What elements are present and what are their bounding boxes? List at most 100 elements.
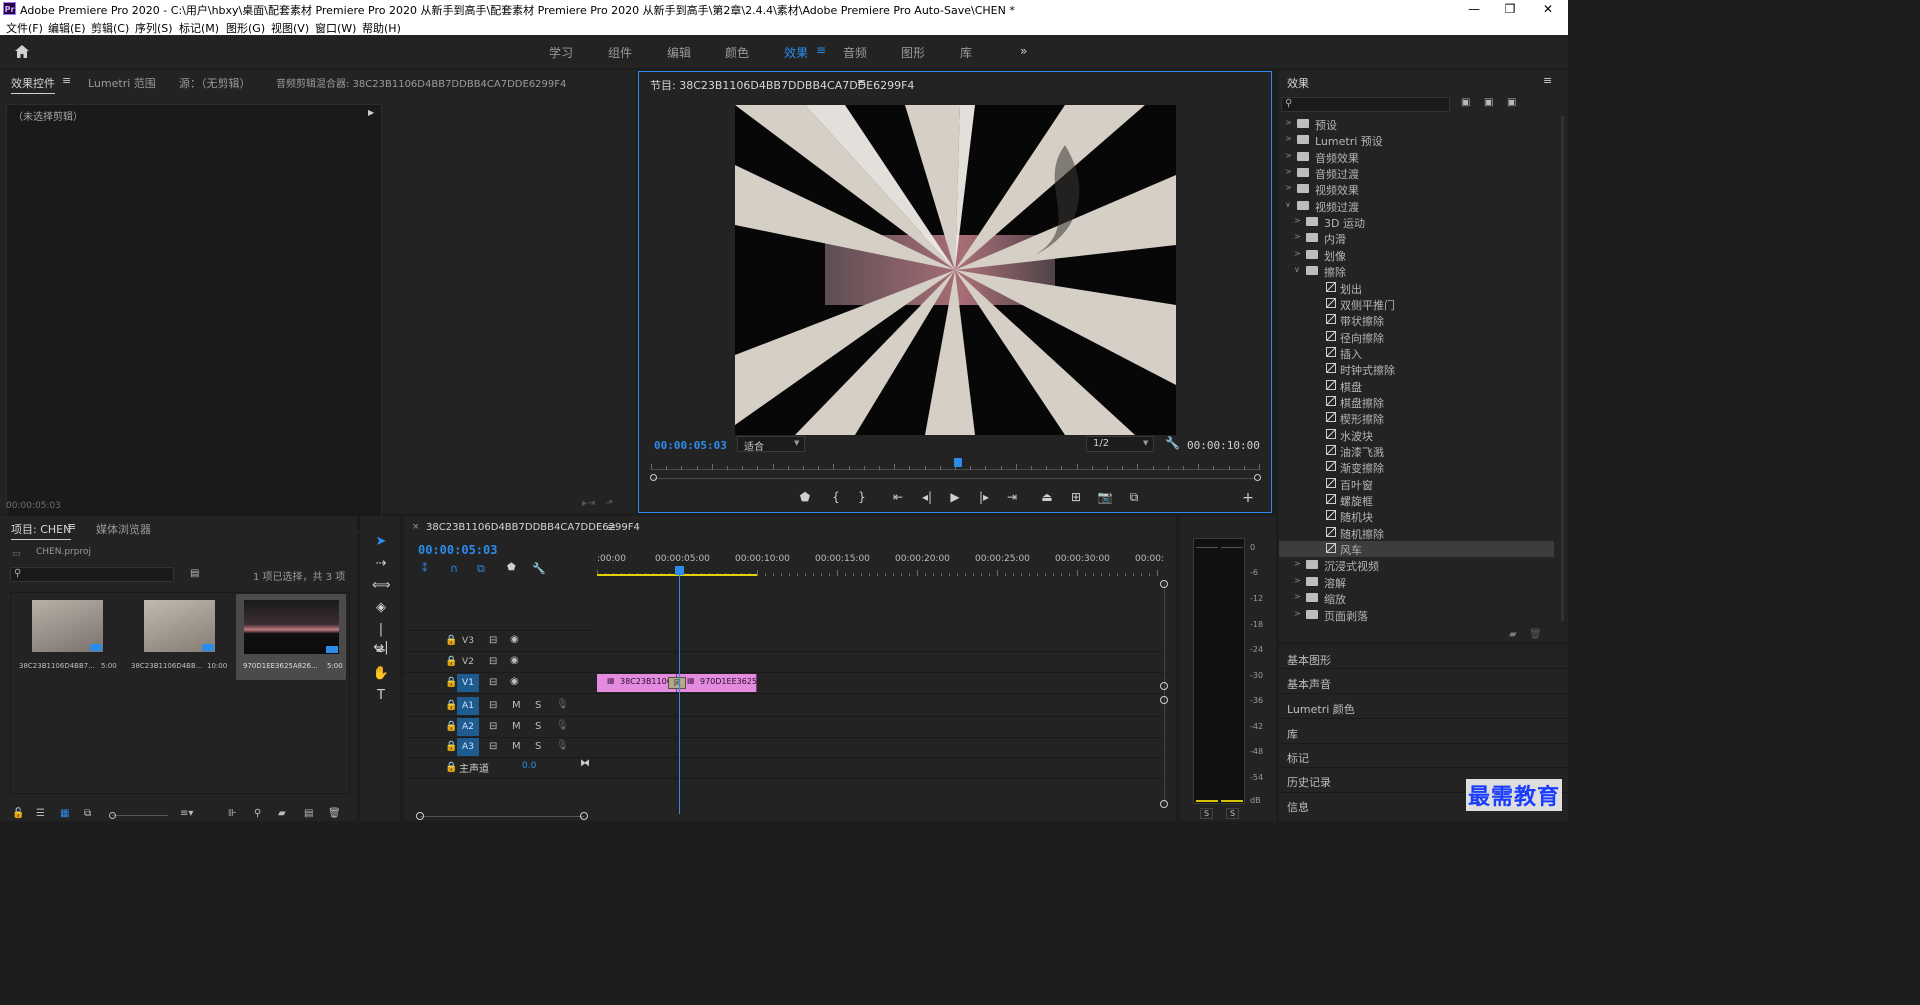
tab-audio-clip-mixer[interactable]: 音频剪辑混合器: 38C23B1106D4BB7DDBB4CA7DDE6299F… bbox=[276, 75, 566, 90]
new-bin-icon[interactable]: ▰ bbox=[1509, 629, 1517, 640]
new-item-icon[interactable]: ▤ bbox=[304, 808, 313, 819]
menu-sequence[interactable]: 序列(S) bbox=[135, 20, 173, 36]
section-lumetri-color[interactable]: Lumetri 颜色 bbox=[1287, 701, 1355, 717]
effects-item[interactable]: 水波块 bbox=[1279, 427, 1554, 443]
effects-item[interactable]: 带状擦除 bbox=[1279, 312, 1554, 328]
track-select-tool-icon[interactable]: ⇢ bbox=[372, 555, 390, 573]
section-history[interactable]: 历史记录 bbox=[1287, 774, 1331, 790]
zoom-scrollbar[interactable] bbox=[653, 478, 1255, 479]
menu-clip[interactable]: 剪辑(C) bbox=[91, 20, 129, 36]
export-icon[interactable]: ⬏ bbox=[605, 498, 613, 509]
lock-icon[interactable]: 🔒 bbox=[445, 700, 457, 711]
track-label-v3[interactable]: V3 bbox=[457, 632, 479, 650]
tab-project[interactable]: 项目: CHEN bbox=[11, 521, 72, 540]
timeline-hscroll[interactable] bbox=[420, 816, 584, 817]
workspace-menu-icon[interactable]: ≡ bbox=[816, 43, 826, 57]
chevron-down-icon[interactable]: ∨ bbox=[1294, 265, 1300, 274]
effects-item[interactable]: 风车 bbox=[1279, 541, 1554, 558]
sync-lock-icon[interactable]: ⊟ bbox=[489, 677, 497, 688]
step-back-icon[interactable]: ◂| bbox=[918, 490, 936, 504]
effects-folder[interactable]: > 内滑 bbox=[1279, 230, 1554, 246]
extract-icon[interactable]: ⊞ bbox=[1067, 490, 1085, 504]
automate-to-sequence-icon[interactable]: ⊪ bbox=[228, 808, 237, 819]
comparison-view-icon[interactable]: ⧉ bbox=[1125, 490, 1143, 505]
effects-folder[interactable]: > 视频效果 bbox=[1279, 181, 1554, 197]
chevron-right-icon[interactable]: > bbox=[1294, 559, 1301, 568]
selection-tool-icon[interactable]: ➤ bbox=[372, 533, 390, 551]
sequence-menu-icon[interactable]: ≡ bbox=[607, 521, 616, 534]
effects-folder[interactable]: > 划像 bbox=[1279, 247, 1554, 263]
zoom-handle-right[interactable] bbox=[1254, 474, 1261, 481]
lock-icon[interactable]: 🔒 bbox=[445, 635, 457, 646]
track-label-v2[interactable]: V2 bbox=[457, 653, 479, 671]
master-expand-icon[interactable]: ⧓ bbox=[580, 758, 590, 769]
chevron-right-icon[interactable]: > bbox=[1285, 151, 1292, 160]
snap-icon[interactable]: ∩ bbox=[450, 562, 458, 575]
track-label-v1[interactable]: V1 bbox=[457, 674, 479, 692]
razor-tool-icon[interactable]: ◈ bbox=[372, 599, 390, 617]
effects-item[interactable]: 插入 bbox=[1279, 345, 1554, 361]
program-video-frame[interactable] bbox=[735, 105, 1176, 435]
program-ruler[interactable] bbox=[651, 458, 1260, 474]
lock-icon[interactable]: 🔒 bbox=[445, 762, 457, 773]
effects-folder[interactable]: > 音频效果 bbox=[1279, 149, 1554, 165]
wrench-icon[interactable]: 🔧 bbox=[1165, 436, 1180, 450]
home-icon[interactable] bbox=[14, 44, 30, 59]
sync-lock-icon[interactable]: ⊟ bbox=[489, 635, 497, 646]
program-menu-icon[interactable]: ≡ bbox=[857, 76, 866, 89]
hscroll-handle-left[interactable] bbox=[416, 812, 424, 820]
lock-icon[interactable]: 🔒 bbox=[445, 656, 457, 667]
effects-item[interactable]: 双侧平推门 bbox=[1279, 296, 1554, 312]
chevron-right-icon[interactable]: > bbox=[1294, 609, 1301, 618]
menu-help[interactable]: 帮助(H) bbox=[362, 20, 401, 36]
step-forward-icon[interactable]: |▸ bbox=[975, 490, 993, 504]
sort-icon[interactable]: ≡▾ bbox=[180, 808, 193, 819]
section-libraries[interactable]: 库 bbox=[1287, 726, 1298, 742]
workspace-color[interactable]: 颜色 bbox=[725, 44, 749, 61]
program-current-timecode[interactable]: 00:00:05:03 bbox=[654, 439, 727, 452]
timeline-vscroll[interactable] bbox=[1164, 582, 1165, 804]
chevron-down-icon[interactable]: ∨ bbox=[1285, 200, 1291, 209]
lock-icon[interactable]: 🔓 bbox=[12, 808, 24, 819]
effects-item[interactable]: 楔形擦除 bbox=[1279, 410, 1554, 426]
chevron-right-icon[interactable]: > bbox=[1285, 134, 1292, 143]
master-volume-value[interactable]: 0.0 bbox=[522, 761, 536, 771]
mic-icon[interactable]: 🎙 bbox=[556, 720, 569, 731]
effects-menu-icon[interactable]: ≡ bbox=[1543, 74, 1552, 87]
workspace-assembly[interactable]: 组件 bbox=[608, 44, 632, 61]
chevron-right-icon[interactable]: > bbox=[1294, 592, 1301, 601]
video-clip[interactable]: ▦ 38C23B1106 bbox=[597, 674, 677, 692]
menu-file[interactable]: 文件(F) bbox=[6, 20, 43, 36]
effects-folder[interactable]: > 缩放 bbox=[1279, 590, 1554, 606]
effects-item[interactable]: 棋盘 bbox=[1279, 378, 1554, 394]
timeline-playhead[interactable] bbox=[678, 568, 680, 814]
tab-media-browser[interactable]: 媒体浏览器 bbox=[96, 521, 151, 537]
mute-button[interactable]: M bbox=[512, 721, 521, 732]
sync-lock-icon[interactable]: ⊟ bbox=[489, 741, 497, 752]
effects-folder[interactable]: > 页面剥落 bbox=[1279, 607, 1554, 623]
effects-folder[interactable]: > 溶解 bbox=[1279, 574, 1554, 590]
section-info[interactable]: 信息 bbox=[1287, 799, 1309, 815]
effects-folder[interactable]: > 预设 bbox=[1279, 116, 1554, 132]
yuv-effects-icon[interactable]: ▣ bbox=[1507, 97, 1516, 108]
close-button[interactable]: ✕ bbox=[1528, 0, 1568, 18]
sync-lock-icon[interactable]: ⊟ bbox=[489, 700, 497, 711]
solo-button[interactable]: S bbox=[535, 741, 541, 752]
freeform-view-icon[interactable]: ⧉ bbox=[84, 808, 91, 819]
timeline-settings-icon[interactable]: 🔧 bbox=[532, 562, 546, 575]
new-search-bin-icon[interactable]: ▤ bbox=[190, 568, 199, 579]
mute-button[interactable]: M bbox=[512, 700, 521, 711]
workspace-learn[interactable]: 学习 bbox=[549, 44, 573, 61]
find-icon[interactable]: ⚲ bbox=[254, 808, 261, 819]
hand-tool-icon[interactable]: ✋ bbox=[372, 665, 390, 683]
effects-item[interactable]: 百叶窗 bbox=[1279, 476, 1554, 492]
effects-item[interactable]: 棋盘擦除 bbox=[1279, 394, 1554, 410]
eye-icon[interactable]: ◉ bbox=[510, 655, 519, 666]
workspace-audio[interactable]: 音频 bbox=[843, 44, 867, 61]
effects-search-input[interactable]: ⚲ bbox=[1281, 97, 1450, 112]
nest-icon[interactable]: ⁑ bbox=[422, 562, 428, 575]
resolution-select[interactable]: 1/2 ▼ bbox=[1086, 436, 1154, 452]
effects-item[interactable]: 时钟式擦除 bbox=[1279, 361, 1554, 377]
delete-icon[interactable]: 🗑 bbox=[1529, 629, 1542, 640]
type-tool-icon[interactable]: T bbox=[372, 687, 390, 705]
